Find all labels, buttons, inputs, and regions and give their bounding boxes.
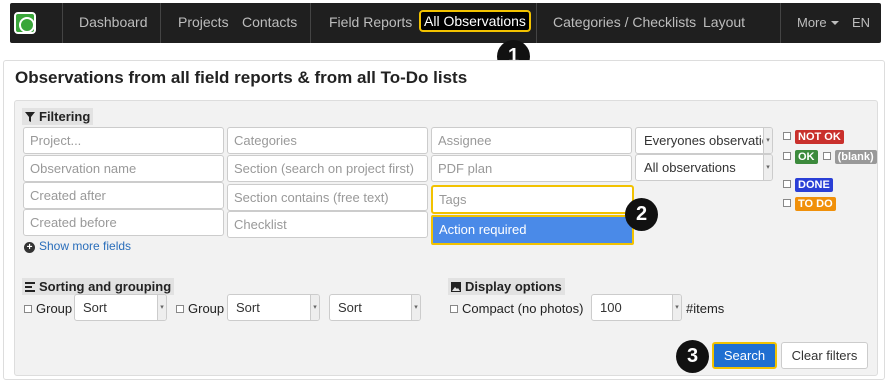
blank-badge: (blank) (834, 150, 877, 164)
nav-more-label: More (797, 15, 827, 30)
chevron-down-icon: ▾ (157, 295, 166, 320)
nav-divider (536, 3, 537, 43)
nav-divider (62, 3, 63, 43)
group2-option[interactable]: Group (176, 301, 224, 316)
tags-dropdown-option[interactable]: Action required (431, 215, 634, 245)
todo-badge: TO DO (795, 197, 836, 211)
sort3-select[interactable]: Sort ▾ (329, 294, 421, 321)
nav-all-observations[interactable]: All Observations (419, 10, 531, 32)
callout-badge-2: 2 (625, 198, 658, 231)
section-search-input[interactable]: Section (search on project first) (227, 155, 428, 182)
sort1-select[interactable]: Sort ▾ (74, 294, 167, 321)
blank-checkbox[interactable] (822, 152, 831, 160)
sort1-value: Sort (83, 300, 107, 315)
sort2-value: Sort (236, 300, 260, 315)
assignee-input[interactable]: Assignee (431, 127, 632, 154)
nav-categories-checklists[interactable]: Categories / Checklists (553, 14, 696, 30)
nav-contacts[interactable]: Contacts (242, 14, 297, 30)
status-todo-option[interactable]: TO DO (783, 197, 836, 211)
chevron-down-icon: ▾ (763, 128, 772, 153)
filtering-header: Filtering (22, 108, 94, 125)
chevron-down-icon: ▾ (310, 295, 319, 320)
not-ok-badge: NOT OK (795, 130, 844, 144)
nav-dashboard[interactable]: Dashboard (79, 14, 148, 30)
group1-label: Group (36, 301, 73, 316)
chevron-down-icon: ▾ (411, 295, 420, 320)
sort3-value: Sort (338, 300, 362, 315)
group2-label: Group (188, 301, 225, 316)
done-badge: DONE (795, 178, 833, 192)
observer-select-value: Everyones observatio (644, 133, 770, 148)
callout-badge-3: 3 (676, 340, 709, 373)
nav-layout[interactable]: Layout (703, 14, 745, 30)
group1-checkbox[interactable] (24, 305, 32, 313)
compact-checkbox[interactable] (450, 305, 458, 313)
project-input[interactable]: Project... (23, 127, 224, 154)
items-per-page-value: 100 (600, 300, 622, 315)
group2-checkbox[interactable] (176, 305, 184, 313)
page-title: Observations from all field reports & fr… (15, 68, 468, 87)
not-ok-checkbox[interactable] (783, 132, 791, 140)
sorting-label: Sorting and grouping (39, 279, 172, 294)
nav-divider (780, 3, 781, 43)
filtering-label: Filtering (39, 109, 91, 124)
nav-more-dropdown[interactable]: More (797, 15, 839, 30)
status-done-option[interactable]: DONE (783, 178, 833, 192)
compact-option[interactable]: Compact (no photos) (450, 301, 583, 316)
display-options-label: Display options (465, 279, 562, 294)
observations-select[interactable]: All observations ▾ (635, 154, 773, 181)
ok-checkbox[interactable] (783, 152, 791, 160)
nav-language[interactable]: EN (852, 15, 870, 30)
todo-checkbox[interactable] (783, 199, 791, 207)
pdf-plan-input[interactable]: PDF plan (431, 155, 632, 182)
display-options-header: Display options (448, 278, 565, 295)
group1-option[interactable]: Group (24, 301, 72, 316)
sort-lines-icon (25, 280, 35, 292)
plus-circle-icon: + (24, 242, 35, 253)
chevron-down-icon: ▾ (763, 155, 772, 180)
sort2-select[interactable]: Sort ▾ (227, 294, 320, 321)
items-label: #items (686, 301, 725, 316)
observation-name-input[interactable]: Observation name (23, 155, 224, 182)
top-navbar: Dashboard Projects Contacts Field Report… (10, 3, 881, 43)
sorting-header: Sorting and grouping (22, 278, 175, 295)
status-ok-option[interactable]: OK (blank) (783, 150, 877, 164)
compact-label: Compact (no photos) (462, 301, 584, 316)
filter-icon (25, 110, 35, 122)
observer-select[interactable]: Everyones observatio ▾ (635, 127, 773, 154)
show-more-label: Show more fields (39, 239, 132, 253)
tags-input[interactable]: Tags (431, 185, 634, 214)
nav-divider (310, 3, 311, 43)
checklist-input[interactable]: Checklist (227, 211, 428, 238)
image-icon (451, 280, 461, 292)
nav-projects[interactable]: Projects (178, 14, 229, 30)
nav-field-reports[interactable]: Field Reports (329, 14, 412, 30)
items-per-page-select[interactable]: 100 ▾ (591, 294, 682, 321)
created-after-input[interactable]: Created after (23, 182, 224, 209)
categories-input[interactable]: Categories (227, 127, 428, 154)
done-checkbox[interactable] (783, 180, 791, 188)
search-button[interactable]: Search (712, 342, 777, 369)
clear-filters-button[interactable]: Clear filters (781, 342, 868, 369)
show-more-fields-link[interactable]: + Show more fields (24, 239, 131, 253)
chevron-down-icon: ▾ (672, 295, 681, 320)
app-logo-icon[interactable] (14, 12, 36, 34)
status-not-ok-option[interactable]: NOT OK (783, 130, 844, 144)
chevron-down-icon (830, 21, 839, 25)
created-before-input[interactable]: Created before (23, 209, 224, 236)
section-contains-input[interactable]: Section contains (free text) (227, 184, 428, 211)
nav-divider (160, 3, 161, 43)
ok-badge: OK (795, 150, 818, 164)
observations-select-value: All observations (644, 160, 736, 175)
